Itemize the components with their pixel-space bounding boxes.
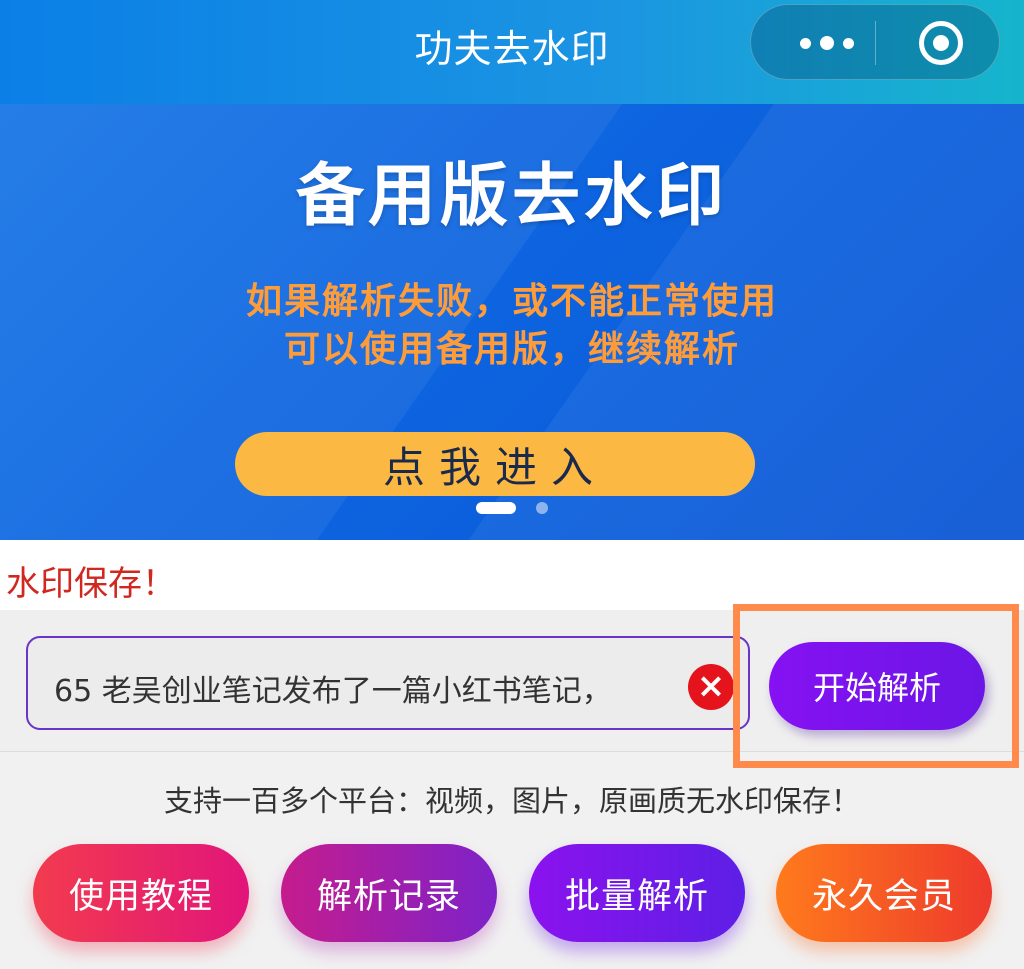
capsule-divider — [875, 21, 876, 65]
batch-parse-button[interactable]: 批量解析 — [529, 844, 745, 942]
support-text: 支持一百多个平台：视频，图片，原画质无水印保存！ — [163, 784, 860, 818]
promo-banner[interactable]: 备用版去水印 如果解析失败，或不能正常使用 可以使用备用版，继续解析 点我进入 — [0, 104, 1024, 540]
carousel-dot-active[interactable] — [476, 502, 516, 514]
parse-history-button[interactable]: 解析记录 — [281, 844, 497, 942]
carousel-dot[interactable] — [536, 502, 548, 514]
enter-backup-button[interactable]: 点我进入 — [235, 432, 755, 496]
mini-program-capsule — [750, 4, 1000, 80]
notice-text: 水印保存！ — [6, 564, 176, 604]
start-parse-button[interactable]: 开始解析 — [769, 642, 985, 730]
nav-bar: 功夫去水印 — [0, 0, 1024, 104]
more-icon[interactable] — [781, 5, 873, 81]
vip-membership-button[interactable]: 永久会员 — [776, 844, 992, 942]
link-input-value: 65 老吴创业笔记发布了一篇小红书笔记， — [54, 674, 612, 709]
banner-title: 备用版去水印 — [295, 157, 728, 236]
banner-subtitle-line2: 可以使用备用版，继续解析 — [283, 329, 740, 370]
notice-bar: 水印保存！ — [0, 540, 1024, 610]
close-target-icon[interactable] — [919, 21, 963, 65]
banner-subtitle-line1: 如果解析失败，或不能正常使用 — [245, 281, 778, 322]
tutorial-button[interactable]: 使用教程 — [33, 844, 249, 942]
clear-icon[interactable]: × — [688, 664, 734, 710]
link-input[interactable]: 65 老吴创业笔记发布了一篇小红书笔记， — [26, 636, 750, 730]
